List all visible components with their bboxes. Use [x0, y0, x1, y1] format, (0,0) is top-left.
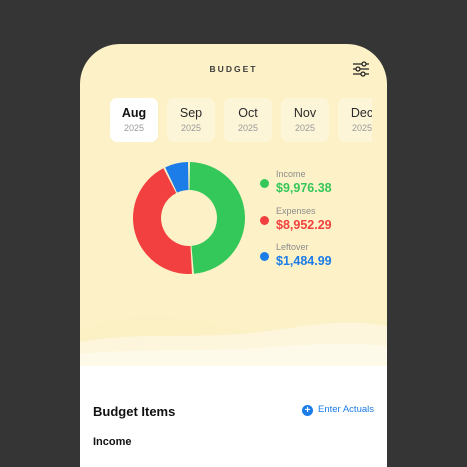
month-year: 2025 — [237, 123, 259, 133]
budget-donut-chart — [132, 162, 246, 274]
month-name: Oct — [238, 106, 258, 120]
leftover-dot — [260, 252, 269, 261]
legend-item-leftover: Leftover $1,484.99 — [256, 241, 386, 277]
month-selector: Aug 2025 Sep 2025 Oct 2025 Nov 2025 Dec … — [110, 98, 372, 142]
legend-item-income: Income $9,976.38 — [256, 168, 386, 204]
plus-circle-icon: + — [302, 405, 314, 416]
budget-items-panel: Budget Items + Enter Actuals Income — [80, 366, 387, 467]
app-screen: BUDGET Aug 2025 Sep 2025 Oct 2025 Nov 20… — [80, 44, 387, 467]
income-value: $9,976.38 — [276, 181, 332, 195]
month-year: 2025 — [294, 123, 316, 133]
income-dot — [260, 179, 269, 188]
enter-actuals-label: Enter Actuals — [318, 404, 374, 415]
month-year: 2025 — [180, 123, 202, 133]
month-name: Dec — [350, 106, 372, 120]
legend-label: Leftover — [276, 242, 309, 252]
month-name: Nov — [293, 106, 317, 120]
month-tab-dec[interactable]: Dec 2025 — [338, 98, 372, 142]
month-name: Aug — [121, 106, 147, 120]
month-year: 2025 — [123, 123, 145, 133]
expenses-dot — [260, 216, 269, 225]
leftover-value: $1,484.99 — [276, 254, 332, 268]
month-tab-aug[interactable]: Aug 2025 — [110, 98, 158, 142]
legend-label: Income — [276, 169, 306, 179]
month-tab-sep[interactable]: Sep 2025 — [167, 98, 215, 142]
legend-label: Expenses — [276, 206, 316, 216]
budget-items-title: Budget Items — [93, 404, 176, 419]
donut-segment-income — [189, 162, 246, 274]
month-year: 2025 — [351, 123, 372, 133]
legend-item-expenses: Expenses $8,952.29 — [256, 205, 386, 241]
decorative-waves — [80, 316, 387, 368]
month-name: Sep — [179, 106, 203, 120]
income-section-heading: Income — [93, 436, 132, 448]
header: BUDGET — [80, 44, 387, 96]
expenses-value: $8,952.29 — [276, 218, 332, 232]
filter-button[interactable] — [351, 60, 371, 78]
enter-actuals-button[interactable]: + Enter Actuals — [302, 404, 374, 416]
sliders-icon — [353, 61, 369, 77]
month-tab-oct[interactable]: Oct 2025 — [224, 98, 272, 142]
page-title: BUDGET — [209, 64, 258, 74]
month-tab-nov[interactable]: Nov 2025 — [281, 98, 329, 142]
